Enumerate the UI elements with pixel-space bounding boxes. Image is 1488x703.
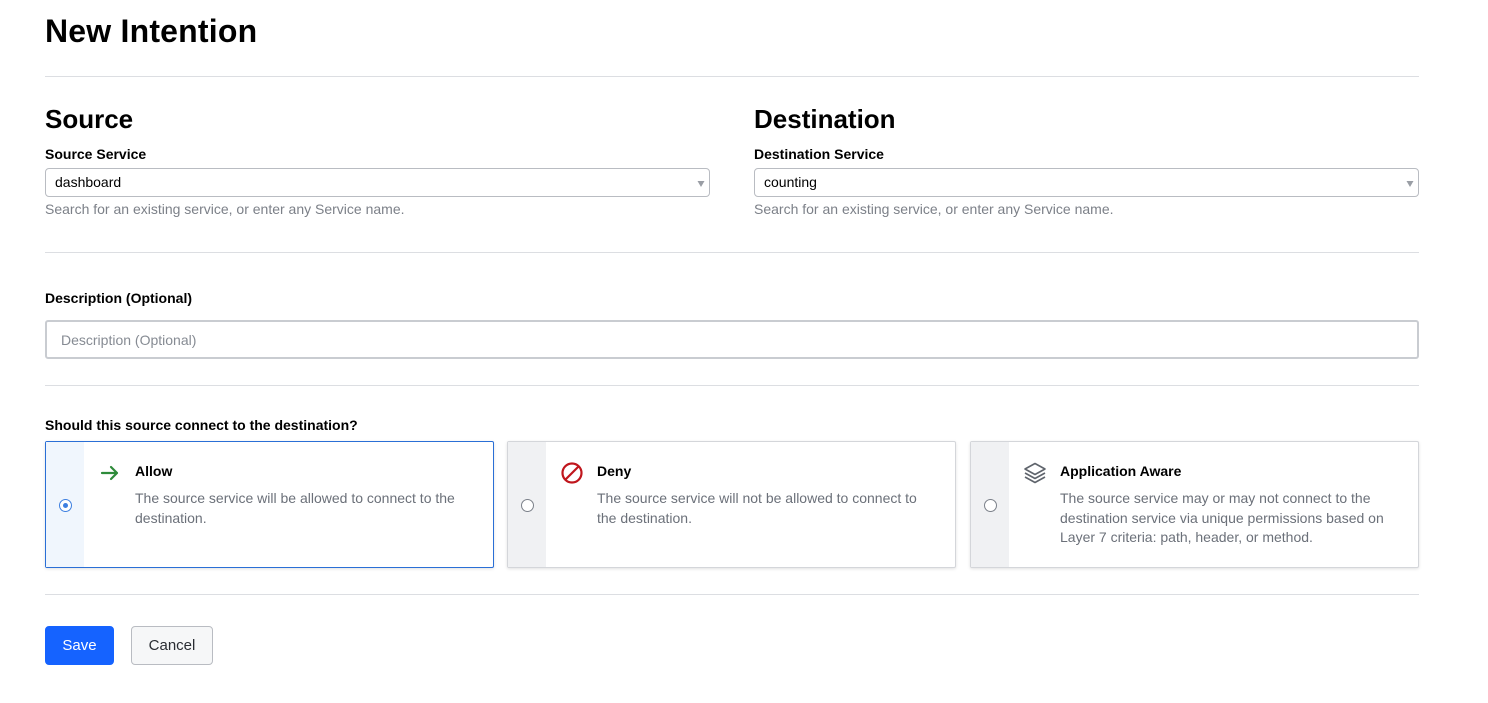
destination-service-value: counting xyxy=(764,174,817,190)
source-service-value: dashboard xyxy=(55,174,122,190)
action-question: Should this source connect to the destin… xyxy=(45,417,358,433)
application-aware-description: The source service may or may not connec… xyxy=(1060,490,1384,545)
destination-service-select[interactable]: counting xyxy=(754,168,1419,197)
deny-icon xyxy=(561,462,583,484)
description-label: Description (Optional) xyxy=(45,290,192,306)
allow-radio[interactable] xyxy=(59,499,72,512)
arrow-right-icon xyxy=(100,465,119,481)
deny-title: Deny xyxy=(597,463,632,479)
deny-description: The source service will not be allowed t… xyxy=(597,490,917,526)
divider xyxy=(45,385,1419,386)
radio-selected-dot xyxy=(62,502,68,508)
divider xyxy=(45,252,1419,253)
divider xyxy=(45,76,1419,77)
destination-service-help: Search for an existing service, or enter… xyxy=(754,201,1114,217)
destination-heading: Destination xyxy=(754,104,896,134)
source-service-label: Source Service xyxy=(45,146,147,162)
application-aware-radio[interactable] xyxy=(984,499,997,512)
allow-description: The source service will be allowed to co… xyxy=(135,490,455,526)
caret-down-icon xyxy=(697,181,705,187)
source-service-help: Search for an existing service, or enter… xyxy=(45,201,405,217)
source-section: Source Source Service dashboard Search f… xyxy=(45,102,710,218)
divider xyxy=(45,594,1419,595)
destination-service-label: Destination Service xyxy=(754,146,884,162)
cancel-button[interactable]: Cancel xyxy=(131,626,213,665)
allow-title: Allow xyxy=(135,463,173,479)
action-card-deny[interactable]: Deny The source service will not be allo… xyxy=(507,441,956,568)
application-aware-title: Application Aware xyxy=(1060,463,1182,479)
destination-section: Destination Destination Service counting… xyxy=(754,102,1419,218)
action-card-application-aware[interactable]: Application Aware The source service may… xyxy=(970,441,1419,568)
page-title: New Intention xyxy=(45,13,258,49)
source-heading: Source xyxy=(45,104,134,134)
layers-icon xyxy=(1024,462,1046,484)
caret-down-icon xyxy=(1406,181,1414,187)
source-service-select[interactable]: dashboard xyxy=(45,168,710,197)
deny-radio[interactable] xyxy=(521,499,534,512)
description-input[interactable] xyxy=(45,320,1419,359)
save-button[interactable]: Save xyxy=(45,626,114,665)
action-card-allow[interactable]: Allow The source service will be allowed… xyxy=(45,441,494,568)
